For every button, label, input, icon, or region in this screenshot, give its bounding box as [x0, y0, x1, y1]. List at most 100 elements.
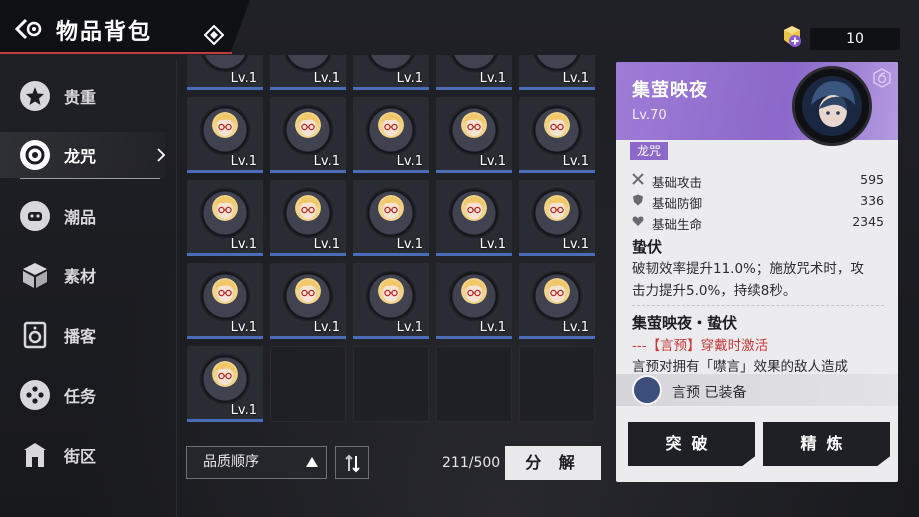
- item-level: Lv.1: [313, 237, 340, 252]
- item-level: Lv.1: [479, 71, 506, 86]
- sidebar-item-curse[interactable]: 龙咒: [20, 135, 160, 175]
- sword-icon: [632, 173, 644, 185]
- rarity-bar: [353, 336, 429, 339]
- sort-dropdown[interactable]: 品质顺序: [186, 446, 327, 479]
- item-slot[interactable]: Lv.1: [270, 55, 346, 90]
- stat-label: 基础攻击: [652, 175, 703, 190]
- item-level: Lv.1: [396, 237, 423, 252]
- empty-slot[interactable]: [353, 346, 429, 422]
- decompose-button[interactable]: 分 解: [505, 446, 601, 480]
- rarity-bar: [187, 336, 263, 339]
- character-face-icon: [461, 112, 487, 138]
- sidebar-item-label: 街区: [64, 447, 97, 466]
- item-level: Lv.1: [479, 320, 506, 335]
- rarity-bar: [353, 170, 429, 173]
- set-skill-description: 言预对拥有「噤言」效果的敌人造成: [632, 359, 848, 375]
- character-face-icon: [544, 195, 570, 221]
- item-level: Lv.1: [230, 237, 257, 252]
- item-slot[interactable]: Lv.1: [270, 180, 346, 256]
- heart-icon: [632, 216, 644, 226]
- item-disc: [198, 352, 252, 406]
- item-slot[interactable]: Lv.1: [353, 97, 429, 173]
- item-slot[interactable]: Lv.1: [187, 263, 263, 339]
- rarity-bar: [353, 253, 429, 256]
- item-slot[interactable]: Lv.1: [270, 97, 346, 173]
- rarity-bar: [436, 253, 512, 256]
- sidebar-item-fashion[interactable]: 潮品: [20, 196, 160, 236]
- breakthrough-button[interactable]: 突破: [628, 422, 755, 466]
- item-slot[interactable]: Lv.1: [353, 55, 429, 90]
- sidebar: 贵重 龙咒 潮品 素材 播客 任务 街区: [0, 60, 166, 517]
- rarity-bar: [436, 87, 512, 90]
- item-level: Lv.1: [562, 154, 589, 169]
- sidebar-item-podcast[interactable]: 播客: [20, 315, 160, 355]
- set-skill-title: 集萤映夜・蛰伏: [632, 314, 738, 332]
- stat-value: 336: [860, 193, 884, 208]
- sidebar-divider: [176, 60, 177, 517]
- item-slot[interactable]: Lv.1: [519, 263, 595, 339]
- mask-icon: [20, 201, 50, 231]
- character-face-icon: [295, 195, 321, 221]
- sidebar-item-valuables[interactable]: 贵重: [20, 76, 160, 116]
- header-accent-line: [0, 52, 232, 54]
- gem-plus-icon: [784, 26, 801, 47]
- currency-value: 10: [810, 28, 900, 50]
- skill-title: 蛰伏: [632, 238, 663, 256]
- character-face-icon: [461, 195, 487, 221]
- equipped-status: 言预 已装备: [672, 385, 747, 401]
- item-level: Lv.1: [562, 71, 589, 86]
- item-slot[interactable]: Lv.1: [187, 346, 263, 422]
- rarity-bar: [270, 336, 346, 339]
- sidebar-item-district[interactable]: 街区: [20, 435, 160, 475]
- speaker-icon: [20, 320, 50, 350]
- character-face-icon: [212, 195, 238, 221]
- sidebar-item-label: 素材: [64, 267, 97, 286]
- film-reel-icon: [20, 380, 50, 410]
- item-slot[interactable]: Lv.1: [436, 55, 512, 90]
- sidebar-active-underline: [20, 178, 160, 179]
- item-slot[interactable]: Lv.1: [519, 55, 595, 90]
- cube-icon: [20, 260, 50, 290]
- item-disc: [364, 186, 418, 240]
- item-slot[interactable]: Lv.1: [187, 55, 263, 90]
- stat-row: 基础防御 336: [632, 191, 884, 211]
- item-slot[interactable]: Lv.1: [187, 97, 263, 173]
- item-slot[interactable]: Lv.1: [270, 263, 346, 339]
- item-slot[interactable]: Lv.1: [353, 180, 429, 256]
- empty-slot[interactable]: [519, 346, 595, 422]
- item-slot[interactable]: Lv.1: [519, 180, 595, 256]
- item-slot[interactable]: Lv.1: [519, 97, 595, 173]
- item-level: Lv.1: [230, 71, 257, 86]
- sidebar-item-quests[interactable]: 任务: [20, 375, 160, 415]
- item-disc: [447, 269, 501, 323]
- sort-order-button[interactable]: [335, 446, 369, 479]
- rarity-bar: [270, 87, 346, 90]
- empty-slot[interactable]: [436, 346, 512, 422]
- rarity-bar: [353, 87, 429, 90]
- diamond-icon[interactable]: [204, 25, 224, 45]
- star-icon: [20, 81, 50, 111]
- item-level: Lv.1: [230, 403, 257, 418]
- item-slot[interactable]: Lv.1: [187, 180, 263, 256]
- back-arrow-icon[interactable]: [14, 18, 44, 40]
- item-slot[interactable]: Lv.1: [436, 97, 512, 173]
- item-level: Lv.70: [632, 108, 667, 123]
- sidebar-item-materials[interactable]: 素材: [20, 255, 160, 295]
- character-face-icon: [544, 278, 570, 304]
- stat-row: 基础攻击 595: [632, 170, 884, 190]
- item-slot[interactable]: Lv.1: [436, 263, 512, 339]
- rarity-bar: [270, 170, 346, 173]
- detail-panel: 集萤映夜 Lv.70 龙咒 基础攻击 595 基础防御 336 基础生命 234…: [616, 62, 898, 482]
- refine-button[interactable]: 精炼: [763, 422, 890, 466]
- character-face-icon: [295, 112, 321, 138]
- sidebar-item-label: 播客: [64, 327, 97, 346]
- rarity-bar: [270, 253, 346, 256]
- empty-slot[interactable]: [270, 346, 346, 422]
- item-slot[interactable]: Lv.1: [353, 263, 429, 339]
- stat-label: 基础生命: [652, 217, 703, 232]
- item-disc: [198, 103, 252, 157]
- character-face-icon: [295, 278, 321, 304]
- item-slot[interactable]: Lv.1: [436, 180, 512, 256]
- building-icon: [20, 440, 50, 470]
- character-face-icon: [212, 361, 238, 387]
